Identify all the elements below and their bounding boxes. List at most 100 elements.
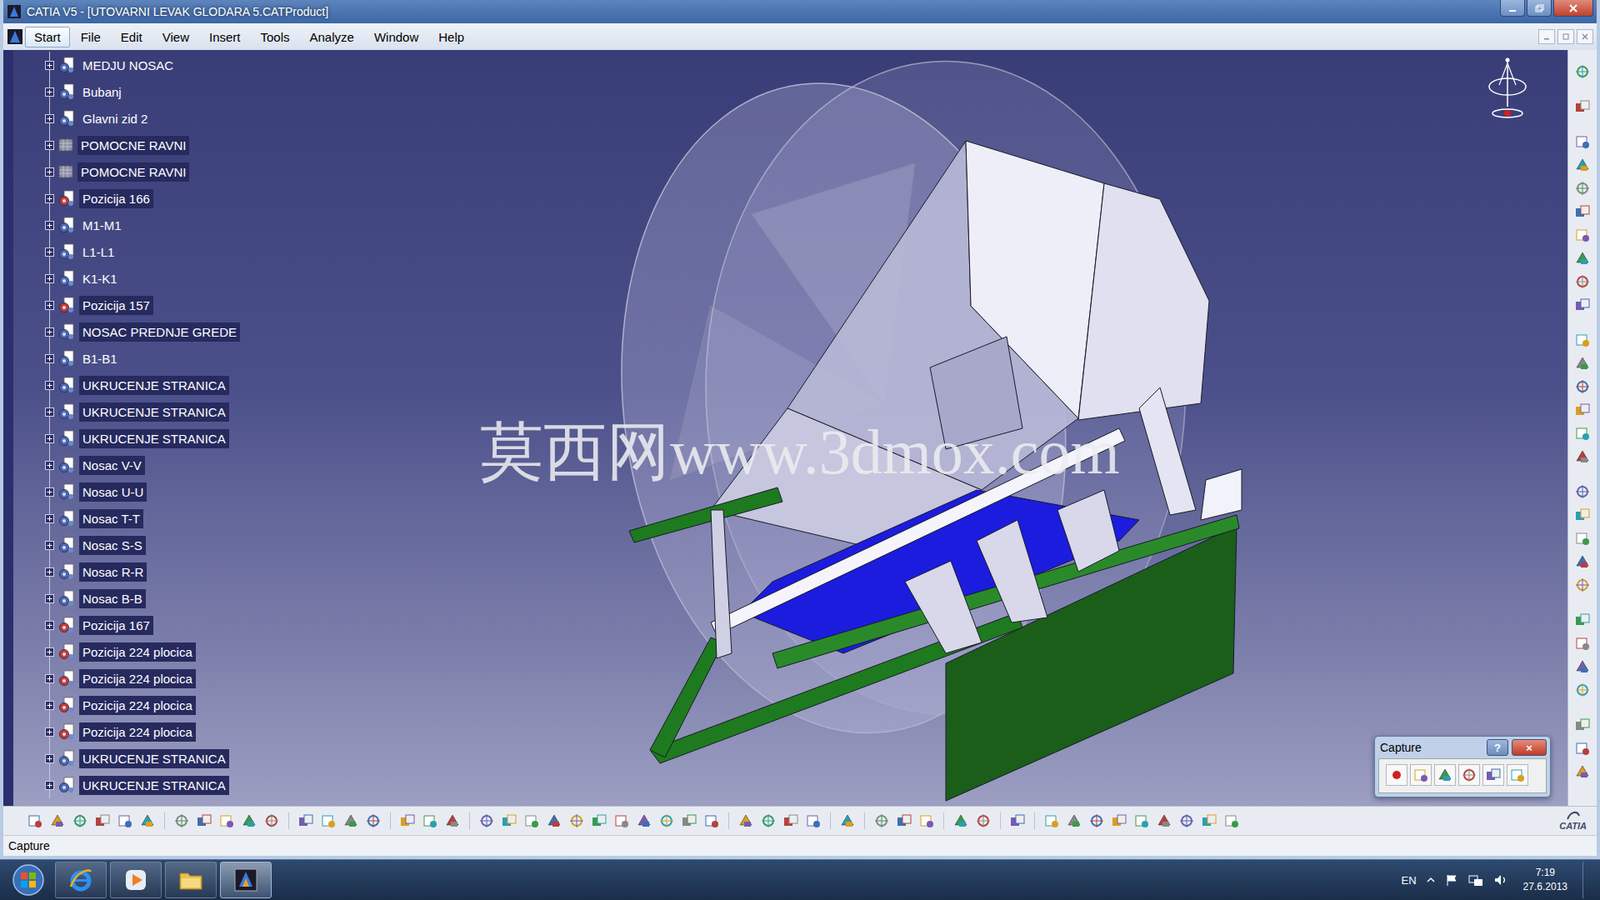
toolbar-button[interactable]: [780, 810, 801, 831]
toolbar-button[interactable]: [1572, 248, 1593, 269]
toolbar-button[interactable]: [239, 810, 260, 831]
tree-item[interactable]: UKRUCENJE STRANICA: [36, 371, 240, 399]
capture-option-button[interactable]: [1482, 764, 1505, 786]
toolbar-button[interactable]: [499, 810, 520, 831]
toolbar-button[interactable]: [871, 810, 892, 831]
capture-option-button[interactable]: [1434, 764, 1456, 786]
toolbar-button[interactable]: [1109, 810, 1130, 831]
toolbar-button[interactable]: [1572, 446, 1593, 467]
toolbar-button[interactable]: [25, 810, 45, 831]
toolbar-button[interactable]: [1176, 810, 1197, 831]
tree-item[interactable]: Bubanj: [36, 78, 240, 105]
toolbar-button[interactable]: [1131, 810, 1152, 831]
capture-dialog[interactable]: Capture?×: [1374, 735, 1551, 798]
toolbar-button[interactable]: [1064, 810, 1085, 831]
toolbar-button[interactable]: [1572, 505, 1593, 525]
tree-item[interactable]: UKRUCENJE STRANICA: [36, 398, 240, 425]
toolbar-button[interactable]: [656, 810, 677, 831]
menu-item[interactable]: File: [71, 26, 110, 48]
toolbar-button[interactable]: [137, 810, 158, 831]
start-button[interactable]: [5, 861, 52, 899]
menu-item[interactable]: Tools: [250, 26, 299, 48]
taskbar-app[interactable]: [220, 861, 272, 899]
toolbar-button[interactable]: [442, 810, 463, 831]
tree-item[interactable]: UKRUCENJE STRANICA: [36, 771, 240, 799]
toolbar-button[interactable]: [318, 810, 339, 831]
toolbar-button[interactable]: [758, 810, 779, 831]
toolbar-button[interactable]: [589, 810, 610, 831]
toolbar-button[interactable]: [476, 810, 497, 831]
tree-item[interactable]: POMOCNE RAVNI: [36, 131, 240, 159]
toolbar-button[interactable]: [1572, 575, 1593, 595]
toolbar-button[interactable]: [1199, 810, 1220, 831]
toolbar-button[interactable]: [1572, 423, 1593, 444]
tree-scrollbar[interactable]: [3, 50, 14, 806]
toolbar-button[interactable]: [216, 810, 237, 831]
language-indicator[interactable]: EN: [1401, 874, 1417, 887]
3d-viewport[interactable]: MEDJU NOSACBubanjGlavni zid 2POMOCNE RAV…: [3, 50, 1568, 806]
flag-icon[interactable]: [1445, 873, 1459, 887]
toolbar-button[interactable]: [1572, 481, 1593, 502]
title-bar[interactable]: CATIA V5 - [UTOVARNI LEVAK GLODARA 5.CAT…: [3, 0, 1597, 24]
tree-item[interactable]: Nosac R-R: [36, 558, 240, 585]
tree-item[interactable]: L1-L1: [36, 238, 240, 265]
toolbar-button[interactable]: [1572, 295, 1593, 315]
toolbar-button[interactable]: [679, 810, 700, 831]
document-control-button[interactable]: [1576, 29, 1594, 45]
toolbar-button[interactable]: [566, 810, 587, 831]
record-button[interactable]: [1385, 764, 1408, 786]
toolbar-button[interactable]: [973, 810, 994, 831]
tree-item[interactable]: MEDJU NOSAC: [36, 51, 240, 79]
toolbar-button[interactable]: [916, 810, 937, 831]
toolbar-button[interactable]: [837, 810, 858, 831]
tree-item[interactable]: Pozicija 224 plocica: [36, 638, 240, 665]
tree-item[interactable]: Nosac T-T: [36, 505, 240, 532]
toolbar-button[interactable]: [1572, 376, 1593, 397]
toolbar-button[interactable]: [1572, 400, 1593, 420]
toolbar-button[interactable]: [1572, 201, 1593, 222]
toolbar-button[interactable]: [340, 810, 361, 831]
volume-icon[interactable]: [1493, 873, 1509, 887]
toolbar-button[interactable]: [735, 810, 756, 831]
tree-item[interactable]: Nosac B-B: [36, 585, 240, 612]
tree-item[interactable]: Pozicija 224 plocica: [36, 665, 240, 692]
tree-item[interactable]: Pozicija 224 plocica: [36, 691, 240, 719]
toolbar-button[interactable]: [1007, 810, 1028, 831]
menu-item[interactable]: Insert: [200, 26, 250, 48]
toolbar-button[interactable]: [1572, 353, 1593, 374]
tree-item[interactable]: UKRUCENJE STRANICA: [36, 745, 240, 772]
document-control-button[interactable]: [1557, 29, 1575, 45]
tree-item[interactable]: POMOCNE RAVNI: [36, 158, 240, 185]
clock[interactable]: 7:1927.6.2013: [1518, 865, 1573, 895]
toolbar-button[interactable]: [1572, 271, 1593, 292]
toolbar-button[interactable]: [1572, 738, 1593, 759]
help-button[interactable]: ?: [1486, 739, 1509, 756]
toolbar-button[interactable]: [521, 810, 542, 831]
toolbar-button[interactable]: [295, 810, 316, 831]
toolbar-button[interactable]: [1572, 96, 1593, 117]
toolbar-button[interactable]: [1572, 633, 1593, 654]
toolbar-button[interactable]: [397, 810, 418, 831]
taskbar-app[interactable]: [165, 861, 217, 899]
toolbar-button[interactable]: [1572, 330, 1593, 350]
toolbar-button[interactable]: [92, 810, 113, 831]
toolbar-button[interactable]: [363, 810, 384, 831]
compass-icon[interactable]: [1480, 55, 1535, 122]
toolbar-button[interactable]: [1572, 155, 1593, 175]
menu-item[interactable]: Help: [429, 26, 474, 48]
tree-item[interactable]: Pozicija 166: [36, 185, 240, 212]
menu-item[interactable]: Analyze: [300, 26, 364, 48]
toolbar-button[interactable]: [1572, 225, 1593, 245]
document-control-button[interactable]: [1538, 29, 1555, 45]
menu-item[interactable]: Edit: [111, 26, 152, 48]
dialog-close-button[interactable]: ×: [1511, 739, 1547, 756]
toolbar-button[interactable]: [611, 810, 632, 831]
toolbar-button[interactable]: [1154, 810, 1175, 831]
menu-item[interactable]: Window: [365, 26, 428, 48]
toolbar-button[interactable]: [1572, 610, 1593, 630]
menu-item[interactable]: Start: [25, 26, 70, 48]
toolbar-button[interactable]: [1572, 551, 1593, 572]
toolbar-button[interactable]: [950, 810, 971, 831]
capture-option-button[interactable]: [1410, 764, 1432, 786]
toolbar-button[interactable]: [70, 810, 90, 831]
